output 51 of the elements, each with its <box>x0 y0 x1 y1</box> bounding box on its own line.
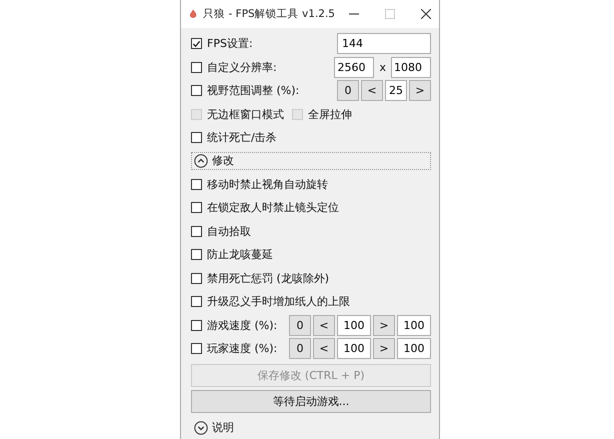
input-field[interactable]: 25 <box>385 80 407 102</box>
collapse-icon <box>194 154 208 168</box>
checkbox-label: FPS设置: <box>207 36 253 52</box>
input-field[interactable]: 144 <box>337 33 431 54</box>
input-field[interactable]: 100 <box>397 338 431 360</box>
step-button[interactable]: 0 <box>337 80 359 102</box>
input-field[interactable]: 100 <box>337 338 371 360</box>
action-button[interactable]: 等待启动游戏... <box>191 390 431 412</box>
checkbox-label: 自定义分辨率: <box>207 60 277 75</box>
step-button[interactable]: < <box>313 314 335 336</box>
checkbox-label: 在锁定敌人时禁止镜头定位 <box>207 200 339 216</box>
input-field[interactable]: 100 <box>337 314 371 336</box>
step-button[interactable]: 0 <box>289 338 311 360</box>
checkbox[interactable] <box>191 178 202 190</box>
input-field[interactable]: 100 <box>397 314 431 336</box>
checkbox[interactable] <box>191 226 202 237</box>
checkbox[interactable] <box>191 249 202 260</box>
checkbox[interactable] <box>191 296 202 308</box>
checkbox-label: 全屏拉伸 <box>308 106 352 122</box>
checkbox-label: 自动拾取 <box>207 224 251 239</box>
section-toggle[interactable]: 说明 <box>191 418 431 436</box>
step-button[interactable]: 0 <box>289 314 311 336</box>
checkbox[interactable] <box>191 132 202 144</box>
checkbox-label: 防止龙咳蔓延 <box>207 247 273 262</box>
checkbox-label: 玩家速度 (%): <box>207 341 278 356</box>
step-button[interactable]: > <box>409 80 431 102</box>
checkbox[interactable] <box>191 320 202 331</box>
checkbox[interactable] <box>191 202 202 214</box>
checkbox-label: 统计死亡/击杀 <box>207 130 277 146</box>
checkbox-label: 移动时禁止视角自动旋转 <box>207 176 328 192</box>
section-toggle[interactable]: 修改 <box>191 152 431 170</box>
checkbox[interactable] <box>191 272 202 284</box>
checkbox-label: 游戏速度 (%): <box>207 318 278 333</box>
checkbox[interactable] <box>191 85 202 96</box>
expand-icon <box>194 420 208 434</box>
input-field[interactable]: 2560 <box>334 56 374 78</box>
input-field[interactable]: 1080 <box>391 56 431 78</box>
checkbox[interactable] <box>191 38 202 50</box>
checkbox-label: 升级忍义手时增加纸人的上限 <box>207 294 350 310</box>
times-sign: x <box>378 60 387 74</box>
checkbox-label: 无边框窗口模式 <box>207 106 284 122</box>
checkbox-label: 禁用死亡惩罚 (龙咳除外) <box>207 270 330 286</box>
step-button[interactable]: < <box>361 80 383 102</box>
step-button[interactable]: > <box>373 338 395 360</box>
checkbox[interactable] <box>191 62 202 73</box>
step-button[interactable]: < <box>313 338 335 360</box>
checkbox[interactable] <box>191 343 202 354</box>
checkbox-label: 视野范围调整 (%): <box>207 83 300 98</box>
step-button[interactable]: > <box>373 314 395 336</box>
close-icon[interactable] <box>421 9 431 19</box>
window-title: 只狼 - FPS解锁工具 v1.2.5 <box>203 7 335 21</box>
